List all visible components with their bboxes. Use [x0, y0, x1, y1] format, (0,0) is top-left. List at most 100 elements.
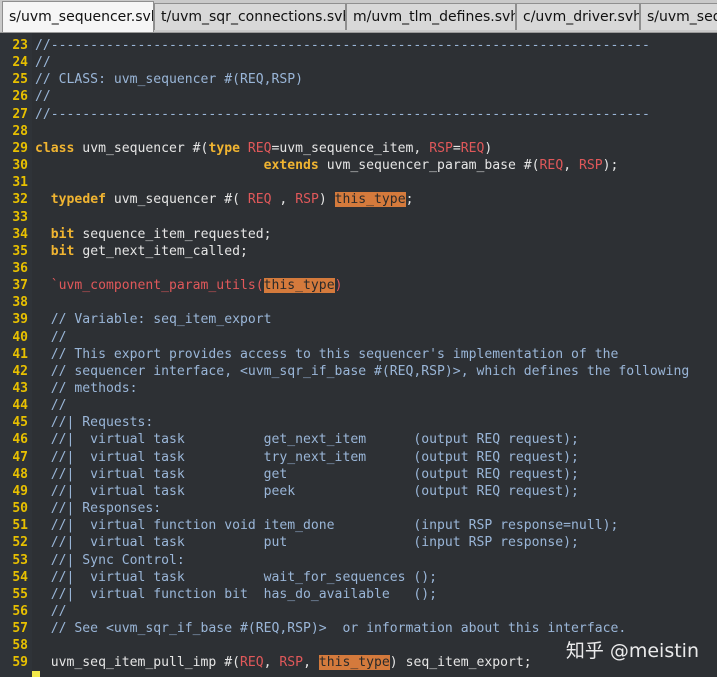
- line-number: 51: [12, 518, 28, 534]
- line-number: 30: [12, 158, 28, 174]
- tab-uvm-seq[interactable]: s/uvm_seq: [640, 3, 717, 30]
- code-text: //| virtual task put (input RSP response…: [35, 534, 579, 551]
- code-token: ): [334, 278, 343, 294]
- code-token: //| Responses:: [35, 501, 162, 517]
- line-number: 33: [12, 209, 28, 225]
- code-token: //| virtual function void item_done (inp…: [35, 518, 619, 534]
- code-token: REQ: [460, 140, 485, 156]
- line-number: 56: [12, 603, 28, 619]
- code-text: //| virtual function void item_done (inp…: [35, 517, 619, 534]
- code-token: //| virtual task try_next_item (output R…: [35, 449, 579, 465]
- code-text: // Variable: seq_item_export: [35, 311, 272, 328]
- code-token: REQ: [239, 655, 264, 671]
- code-token: //| Sync Control:: [35, 552, 185, 568]
- line-number: 26: [12, 89, 28, 105]
- code-line: 48 //| virtual task get (output REQ requ…: [0, 466, 717, 483]
- code-line: 50 //| Responses:: [0, 500, 717, 517]
- code-token: // CLASS: uvm_sequencer #(REQ,RSP): [35, 72, 304, 88]
- code-line: 31: [0, 174, 717, 191]
- line-number: 50: [12, 501, 28, 517]
- line-number: 34: [12, 226, 28, 242]
- code-text: //| Responses:: [35, 500, 161, 517]
- code-token: // sequencer interface, <uvm_sqr_if_base…: [35, 363, 690, 379]
- code-token: type: [208, 140, 240, 156]
- line-number: 35: [12, 243, 28, 259]
- watermark: 知乎 @meistin: [565, 640, 699, 662]
- code-text: bit get_next_item_called;: [35, 243, 248, 260]
- code-token: ,: [303, 655, 319, 671]
- code-text: //| virtual task wait_for_sequences ();: [35, 569, 437, 586]
- search-highlight: this_type: [334, 192, 406, 208]
- line-number: 36: [12, 260, 28, 276]
- tab-uvm-sqr-connections[interactable]: t/uvm_sqr_connections.svh: [154, 3, 346, 30]
- code-line: 39 // Variable: seq_item_export: [0, 311, 717, 328]
- line-number: 54: [12, 569, 28, 585]
- code-line: 43 // methods:: [0, 380, 717, 397]
- code-token: class: [35, 140, 75, 156]
- line-number: 45: [12, 415, 28, 431]
- line-number: 25: [12, 72, 28, 88]
- code-token: uvm_seq_item_pull_imp #(: [35, 655, 240, 671]
- code-line: 29 class uvm_sequencer #(type REQ=uvm_seq…: [0, 140, 717, 157]
- line-number: 53: [12, 552, 28, 568]
- tab-uvm-sequencer[interactable]: s/uvm_sequencer.svh: [2, 1, 154, 32]
- code-token: //--------------------------------------…: [35, 106, 650, 122]
- code-text: // methods:: [35, 380, 138, 397]
- code-token: //: [35, 329, 67, 345]
- code-text: //--------------------------------------…: [35, 106, 650, 123]
- code-text: //: [35, 329, 67, 346]
- code-line: 23 //------------------------------------…: [0, 37, 717, 54]
- code-token: sequence_item_requested;: [74, 226, 272, 242]
- code-text: // sequencer interface, <uvm_sqr_if_base…: [35, 363, 690, 380]
- code-text: // This export provides access to this s…: [35, 346, 619, 363]
- code-token: //| virtual task get_next_item (output R…: [35, 432, 579, 448]
- code-token: uvm_sequencer #(: [105, 192, 248, 208]
- line-number: 49: [12, 483, 28, 499]
- line-number: 39: [12, 312, 28, 328]
- code-line: 53 //| Sync Control:: [0, 552, 717, 569]
- tab-uvm-driver[interactable]: c/uvm_driver.svh: [516, 3, 640, 30]
- code-line: 54 //| virtual task wait_for_sequences (…: [0, 569, 717, 586]
- code-line: 34 bit sequence_item_requested;: [0, 226, 717, 243]
- line-number: 31: [12, 175, 28, 191]
- code-token: RSP: [429, 140, 453, 156]
- line-number: 55: [12, 586, 28, 602]
- code-token: REQ: [247, 192, 272, 208]
- code-token: //--------------------------------------…: [35, 38, 650, 53]
- code-line: 51 //| virtual function void item_done (…: [0, 517, 717, 534]
- line-number: 42: [12, 363, 28, 379]
- code-token: get_next_item_called;: [74, 243, 248, 259]
- code-line: 32 typedef uvm_sequencer #( REQ , RSP) t…: [0, 191, 717, 208]
- code-line: 24 //: [0, 54, 717, 71]
- code-token: // This export provides access to this s…: [35, 346, 619, 362]
- line-number: 38: [12, 295, 28, 311]
- code-line: 28: [0, 123, 717, 140]
- line-number: 57: [12, 621, 28, 637]
- code-text: //: [35, 397, 67, 414]
- code-line: 30 extends uvm_sequencer_param_base #(RE…: [0, 157, 717, 174]
- search-highlight: this_type: [263, 278, 335, 294]
- code-text: //| Requests:: [35, 414, 153, 431]
- code-line: 44 //: [0, 397, 717, 414]
- code-token: RSP: [279, 655, 304, 671]
- code-token: //| virtual function bit has_do_availabl…: [35, 586, 438, 602]
- code-text: //| virtual task get_next_item (output R…: [35, 431, 579, 448]
- line-number: 46: [12, 432, 28, 448]
- code-token: );: [602, 158, 619, 174]
- code-line: 47 //| virtual task try_next_item (outpu…: [0, 449, 717, 466]
- code-line: 45 //| Requests:: [0, 414, 717, 431]
- line-number: 27: [12, 106, 28, 122]
- code-text: extends uvm_sequencer_param_base #(REQ, …: [35, 157, 619, 174]
- code-text: //: [35, 54, 51, 71]
- code-token: //: [35, 603, 67, 619]
- tab-uvm-tlm-defines[interactable]: m/uvm_tlm_defines.svh: [346, 3, 516, 30]
- code-editor[interactable]: 23 //------------------------------------…: [0, 33, 717, 677]
- code-line: 26 //: [0, 88, 717, 105]
- code-text: class uvm_sequencer #(type REQ=uvm_seque…: [35, 140, 492, 157]
- code-token: uvm_sequencer_param_base #(: [318, 158, 540, 174]
- code-text: //: [35, 88, 51, 105]
- code-line: 40 //: [0, 329, 717, 346]
